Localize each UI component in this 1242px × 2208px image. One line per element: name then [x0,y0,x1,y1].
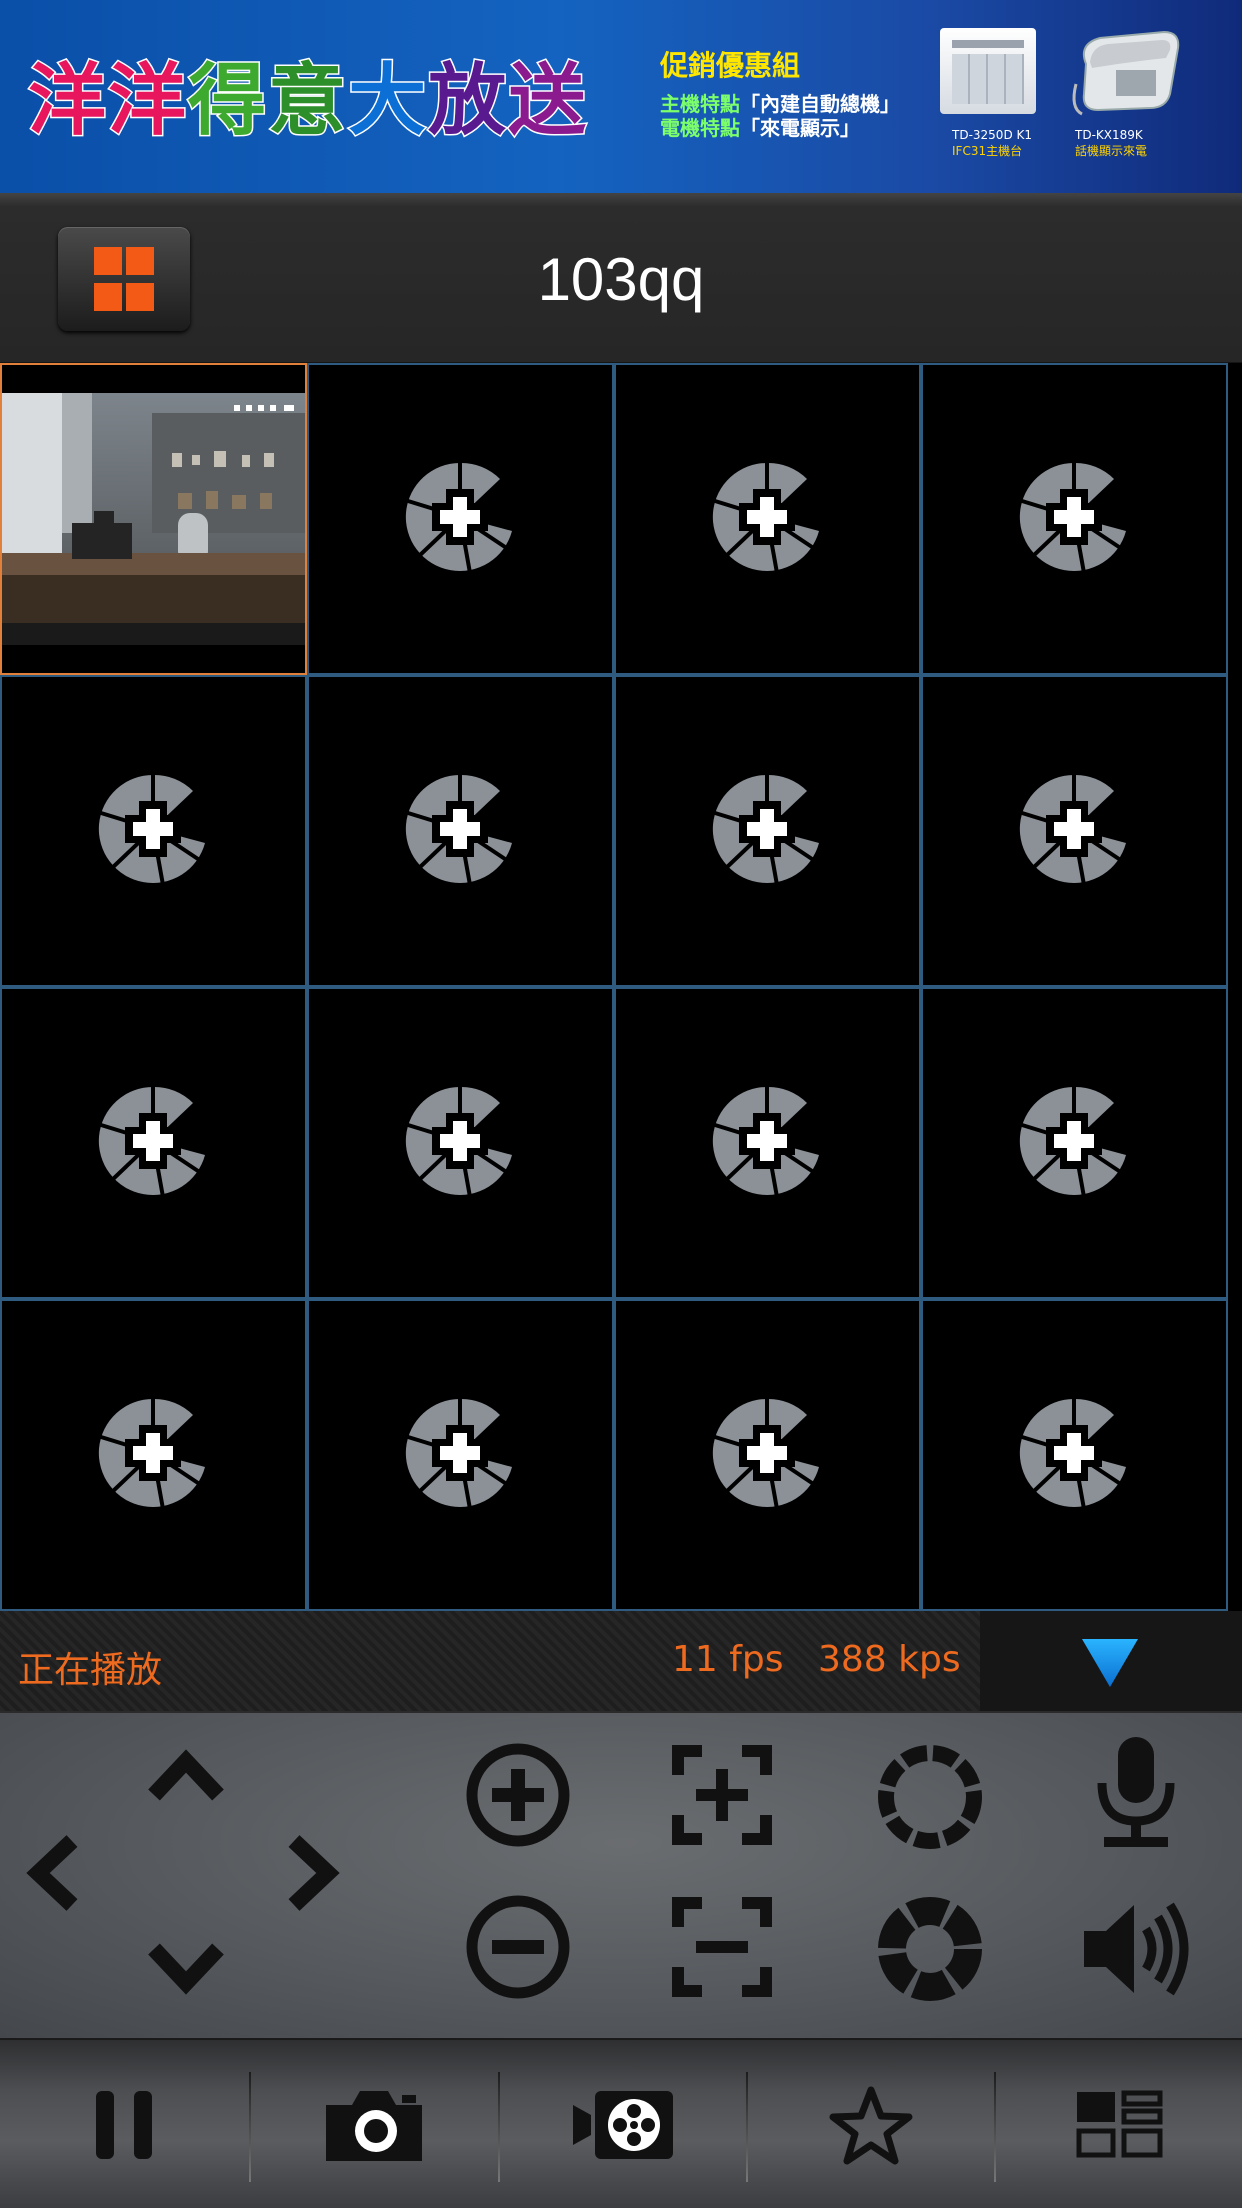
playback-status-text: 正在播放 [18,1650,163,1691]
add-camera-icon [712,1085,819,1198]
ptz-control-panel [0,1711,1242,2038]
add-camera-icon [712,1397,819,1510]
video-cell-empty[interactable] [0,1299,307,1611]
camera-feed-image [2,393,305,645]
video-cell-empty[interactable] [614,675,921,987]
favorite-button[interactable] [747,2070,995,2180]
video-cell-empty[interactable] [614,987,921,1299]
layout-switch-icon [1076,2090,1163,2158]
banner-char: 意 [267,55,349,148]
video-cell-empty[interactable] [307,1299,614,1611]
pbx-product-image [940,28,1036,114]
video-cell-empty[interactable] [921,363,1228,675]
banner-char: 洋 [26,55,109,148]
banner-char: 大 [347,55,429,148]
arrow-right-icon [288,1835,340,1911]
product1-caption: TD-3250D K1 [952,128,1032,142]
arrow-up-icon [148,1749,224,1801]
add-camera-icon [98,773,205,886]
add-camera-icon [1019,1397,1126,1510]
snapshot-button[interactable] [250,2070,498,2180]
ptz-down-button[interactable] [146,1941,226,2001]
layout-switch-button[interactable] [995,2070,1242,2180]
banner-headline: 洋洋得意大放送 [26,38,589,150]
add-camera-icon [1019,1085,1126,1198]
ad-banner[interactable]: 洋洋得意大放送 促銷優惠組 主機特點「內建自動總機」 電機特點「來電顯示」 TD… [0,0,1242,193]
promo-line-2-quote: 「來電顯示」 [740,116,860,140]
camera-feed [2,393,305,645]
video-cell-empty[interactable] [921,1299,1228,1611]
iris-open-button[interactable] [876,1743,984,1851]
zoom-in-button[interactable] [464,1741,572,1849]
zoom-out-icon [466,1895,570,1999]
add-camera-icon [405,773,512,886]
arrow-down-icon [148,1943,224,1995]
zoom-out-button[interactable] [464,1893,572,2001]
focus-in-icon [672,1745,772,1845]
add-camera-icon [1019,461,1126,574]
promo-line-2: 電機特點「來電顯示」 [660,112,860,141]
video-cell-empty[interactable] [0,675,307,987]
video-cell-active[interactable] [0,363,307,675]
zoom-in-icon [466,1743,570,1847]
add-camera-icon [98,1085,205,1198]
pause-icon [96,2091,152,2159]
video-cell-empty[interactable] [921,675,1228,987]
add-camera-icon [1019,773,1126,886]
video-cell-empty[interactable] [614,363,921,675]
speaker-icon [1084,1902,1189,1996]
telephone-product-image [1072,30,1180,116]
promo-title: 促銷優惠組 [660,49,801,82]
add-camera-icon [405,1085,512,1198]
collapse-controls-button[interactable] [980,1611,1242,1711]
video-cell-empty[interactable] [0,987,307,1299]
iris-open-icon [878,1745,982,1849]
banner-char: 洋 [107,55,189,148]
ptz-right-button[interactable] [286,1833,346,1913]
product1-caption2: IFC31主機台 [952,144,1023,158]
record-video-icon [573,2091,673,2159]
add-camera-icon [98,1397,205,1510]
snapshot-camera-icon [326,2091,422,2161]
promo-line-2-prefix: 電機特點 [660,116,740,140]
focus-far-button[interactable] [672,1897,772,1997]
video-grid [0,363,1242,1611]
focus-out-icon [672,1897,772,1997]
speaker-button[interactable] [1078,1893,1190,2005]
focus-near-button[interactable] [672,1745,772,1845]
device-title: 103qq [537,246,705,313]
banner-char: 放 [427,55,509,148]
video-cell-empty[interactable] [307,363,614,675]
record-button[interactable] [499,2070,747,2180]
video-cell-empty[interactable] [921,987,1228,1299]
product2-caption: TD-KX189K [1075,128,1143,142]
ptz-up-button[interactable] [146,1743,226,1803]
video-cell-empty[interactable] [307,987,614,1299]
banner-char: 送 [507,55,589,148]
add-camera-icon [712,461,819,574]
app-header: 103qq [0,193,1242,363]
microphone-icon [1097,1737,1175,1847]
add-camera-icon [405,461,512,574]
ptz-left-button[interactable] [20,1833,80,1913]
playback-status-bar: 正在播放 11 fps 388 kps [0,1611,1242,1711]
video-cell-empty[interactable] [307,675,614,987]
product2-caption2: 話機顯示來電 [1075,144,1148,158]
triangle-down-icon [1082,1639,1138,1687]
fps-readout: 11 fps [672,1639,784,1680]
bitrate-readout: 388 kps [818,1639,961,1680]
pause-button[interactable] [0,2070,248,2180]
iris-close-button[interactable] [876,1895,984,2003]
banner-char: 得 [187,55,269,148]
favorite-star-icon [829,2086,913,2165]
arrow-left-icon [26,1835,78,1911]
video-cell-empty[interactable] [614,1299,921,1611]
microphone-button[interactable] [1090,1733,1182,1851]
iris-close-icon [878,1897,982,2001]
add-camera-icon [712,773,819,886]
add-camera-icon [405,1397,512,1510]
bottom-toolbar [0,2038,1242,2208]
